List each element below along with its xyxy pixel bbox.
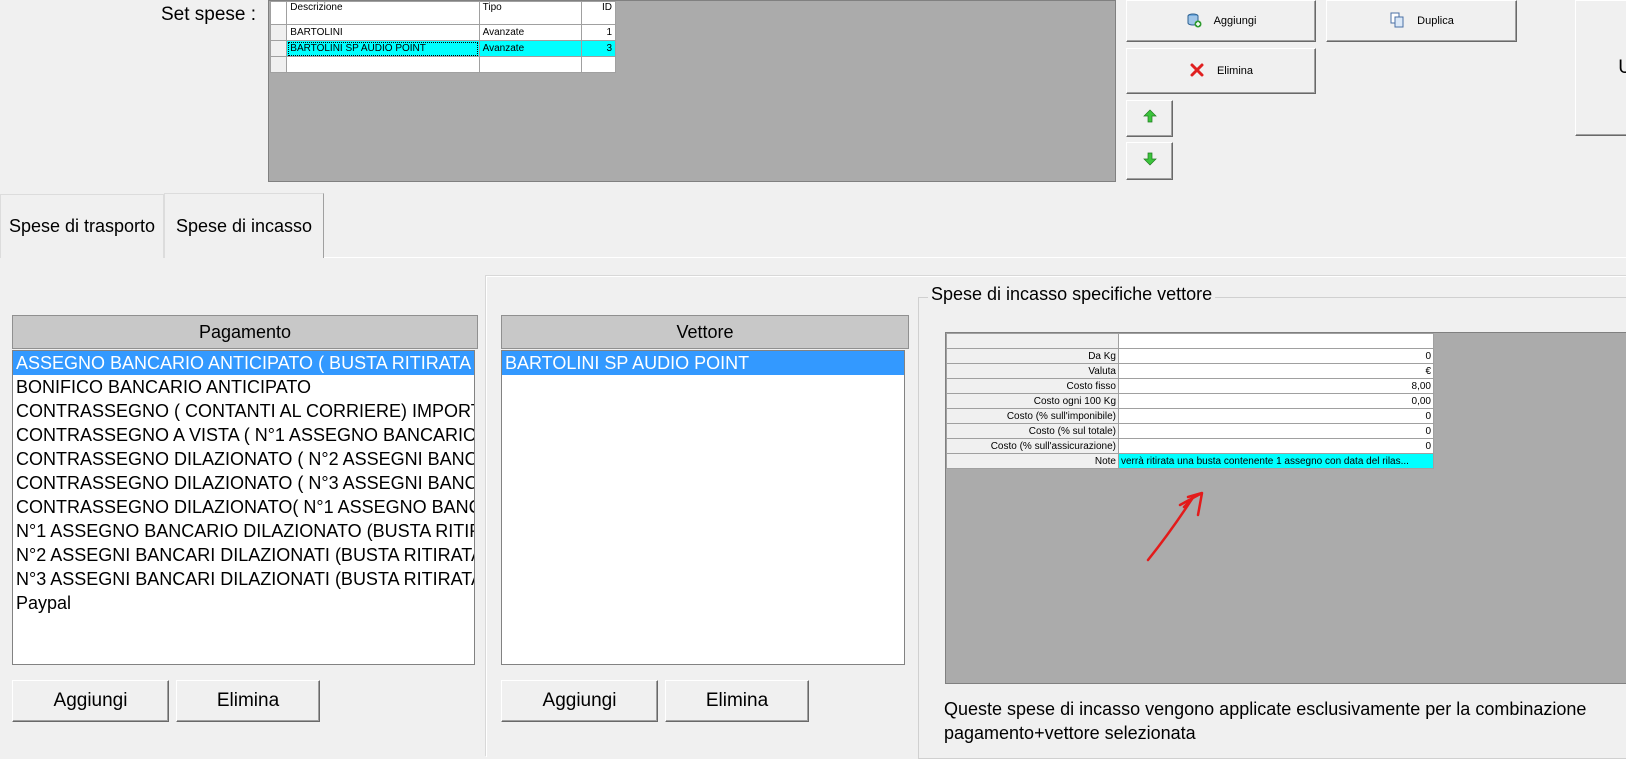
info-line-2: pagamento+vettore selezionata (944, 723, 1196, 743)
vettore-header[interactable]: Vettore (501, 315, 909, 349)
column-header-tipo[interactable]: Tipo (478, 1, 583, 25)
property-row[interactable]: Costo fisso 8,00 (946, 378, 1434, 394)
property-name: Costo (% sull'assicurazione) (946, 438, 1119, 454)
annotation-arrow-icon (1146, 491, 1204, 562)
list-item[interactable]: N°1 ASSEGNO BANCARIO DILAZIONATO (BUSTA … (13, 519, 474, 543)
copy-icon (1389, 12, 1405, 31)
property-row[interactable]: Da Kg 0 (946, 348, 1434, 364)
info-line-1: Queste spese di incasso vengono applicat… (944, 699, 1587, 719)
property-name: Da Kg (946, 348, 1119, 364)
cell-tipo[interactable]: Avanzate (478, 40, 583, 57)
property-grid-area[interactable]: Da Kg 0 Valuta € Costo fisso 8,00 Costo … (945, 332, 1626, 684)
aggiungi-pagamento-button[interactable]: Aggiungi (12, 680, 169, 722)
arrow-down-icon (1142, 152, 1157, 171)
property-value[interactable]: 0 (1118, 423, 1434, 439)
list-item[interactable]: N°2 ASSEGNI BANCARI DILAZIONATI (BUSTA R… (13, 543, 474, 567)
property-name: Costo ogni 100 Kg (946, 393, 1119, 409)
cell-descrizione[interactable]: BARTOLINI SP AUDIO POINT (286, 40, 480, 57)
duplica-button[interactable]: Duplica (1326, 0, 1517, 42)
note-value[interactable]: verrà ritirata una busta contenente 1 as… (1118, 453, 1434, 469)
duplica-label: Duplica (1417, 15, 1454, 27)
info-text: Queste spese di incasso vengono applicat… (944, 697, 1626, 745)
column-header-id[interactable]: ID (581, 1, 616, 25)
right-edge-label: U (1618, 57, 1626, 78)
property-row[interactable]: Costo (% sull'assicurazione) 0 (946, 438, 1434, 454)
list-item[interactable]: CONTRASSEGNO A VISTA ( N°1 ASSEGNO BANCA… (13, 423, 474, 447)
list-item[interactable]: ASSEGNO BANCARIO ANTICIPATO ( BUSTA RITI… (13, 351, 474, 375)
property-name: Note (946, 453, 1119, 469)
property-value[interactable]: 0,00 (1118, 393, 1434, 409)
list-item[interactable]: BARTOLINI SP AUDIO POINT (502, 351, 904, 375)
tab-spese-di-trasporto[interactable]: Spese di trasporto (0, 194, 164, 258)
list-item[interactable]: Paypal (13, 591, 474, 615)
table-row-new[interactable] (269, 56, 616, 73)
property-name: Valuta (946, 363, 1119, 379)
arrow-up-icon (1142, 109, 1157, 128)
property-row[interactable]: Costo (% sull'imponibile) 0 (946, 408, 1434, 424)
pagamento-list[interactable]: ASSEGNO BANCARIO ANTICIPATO ( BUSTA RITI… (12, 350, 475, 665)
property-row[interactable]: Valuta € (946, 363, 1434, 379)
property-grid-header (946, 333, 1434, 349)
property-name: Costo (% sull'imponibile) (946, 408, 1119, 424)
tab-spese-di-incasso[interactable]: Spese di incasso (164, 193, 324, 258)
aggiungi-vettore-button[interactable]: Aggiungi (501, 680, 658, 722)
property-name: Costo (% sul totale) (946, 423, 1119, 439)
pagamento-header[interactable]: Pagamento (12, 315, 478, 349)
list-item[interactable]: CONTRASSEGNO ( CONTANTI AL CORRIERE) IMP… (13, 399, 474, 423)
cell-id[interactable]: 3 (581, 40, 616, 57)
specifiche-caption: Spese di incasso specifiche vettore (928, 284, 1216, 305)
property-row[interactable]: Note verrà ritirata una busta contenente… (946, 453, 1434, 469)
cell-id[interactable]: 1 (581, 24, 616, 41)
set-spese-label: Set spese : (161, 4, 257, 25)
move-down-button[interactable] (1126, 142, 1173, 180)
cell-descrizione[interactable]: BARTOLINI (286, 24, 480, 41)
tab-divider (324, 257, 1626, 258)
database-add-icon (1186, 12, 1202, 31)
property-row[interactable]: Costo (% sul totale) 0 (946, 423, 1434, 439)
delete-x-icon (1189, 62, 1205, 81)
property-value[interactable]: € (1118, 363, 1434, 379)
elimina-set-button[interactable]: Elimina (1126, 48, 1316, 94)
elimina-pagamento-button[interactable]: Elimina (176, 680, 320, 722)
cell-tipo[interactable]: Avanzate (478, 24, 583, 41)
set-spese-grid-area[interactable]: Descrizione Tipo ID BARTOLINI Avanzate 1… (268, 0, 1116, 182)
list-item[interactable]: CONTRASSEGNO DILAZIONATO ( N°3 ASSEGNI B… (13, 471, 474, 495)
list-item[interactable]: N°3 ASSEGNI BANCARI DILAZIONATI (BUSTA R… (13, 567, 474, 591)
set-spese-grid[interactable]: Descrizione Tipo ID BARTOLINI Avanzate 1… (269, 1, 616, 73)
table-row[interactable]: BARTOLINI SP AUDIO POINT Avanzate 3 (269, 40, 616, 57)
elimina-vettore-button[interactable]: Elimina (665, 680, 809, 722)
table-row[interactable]: BARTOLINI Avanzate 1 (269, 24, 616, 41)
property-value[interactable]: 0 (1118, 408, 1434, 424)
move-up-button[interactable] (1126, 100, 1173, 137)
list-item[interactable]: CONTRASSEGNO DILAZIONATO ( N°2 ASSEGNI B… (13, 447, 474, 471)
right-edge-button[interactable]: U (1575, 0, 1626, 136)
property-grid[interactable]: Da Kg 0 Valuta € Costo fisso 8,00 Costo … (946, 333, 1434, 469)
property-value[interactable]: 0 (1118, 438, 1434, 454)
property-row[interactable]: Costo ogni 100 Kg 0,00 (946, 393, 1434, 409)
elimina-label: Elimina (1216, 65, 1254, 77)
vettore-list[interactable]: BARTOLINI SP AUDIO POINT (501, 350, 905, 665)
aggiungi-label: Aggiungi (1213, 15, 1257, 27)
property-value[interactable]: 8,00 (1118, 378, 1434, 394)
property-value[interactable]: 0 (1118, 348, 1434, 364)
grid-header-row: Descrizione Tipo ID (269, 1, 616, 25)
column-header-descrizione[interactable]: Descrizione (286, 1, 480, 25)
property-name: Costo fisso (946, 378, 1119, 394)
list-item[interactable]: BONIFICO BANCARIO ANTICIPATO (13, 375, 474, 399)
list-item[interactable]: CONTRASSEGNO DILAZIONATO( N°1 ASSEGNO BA… (13, 495, 474, 519)
aggiungi-set-button[interactable]: Aggiungi (1126, 0, 1316, 42)
